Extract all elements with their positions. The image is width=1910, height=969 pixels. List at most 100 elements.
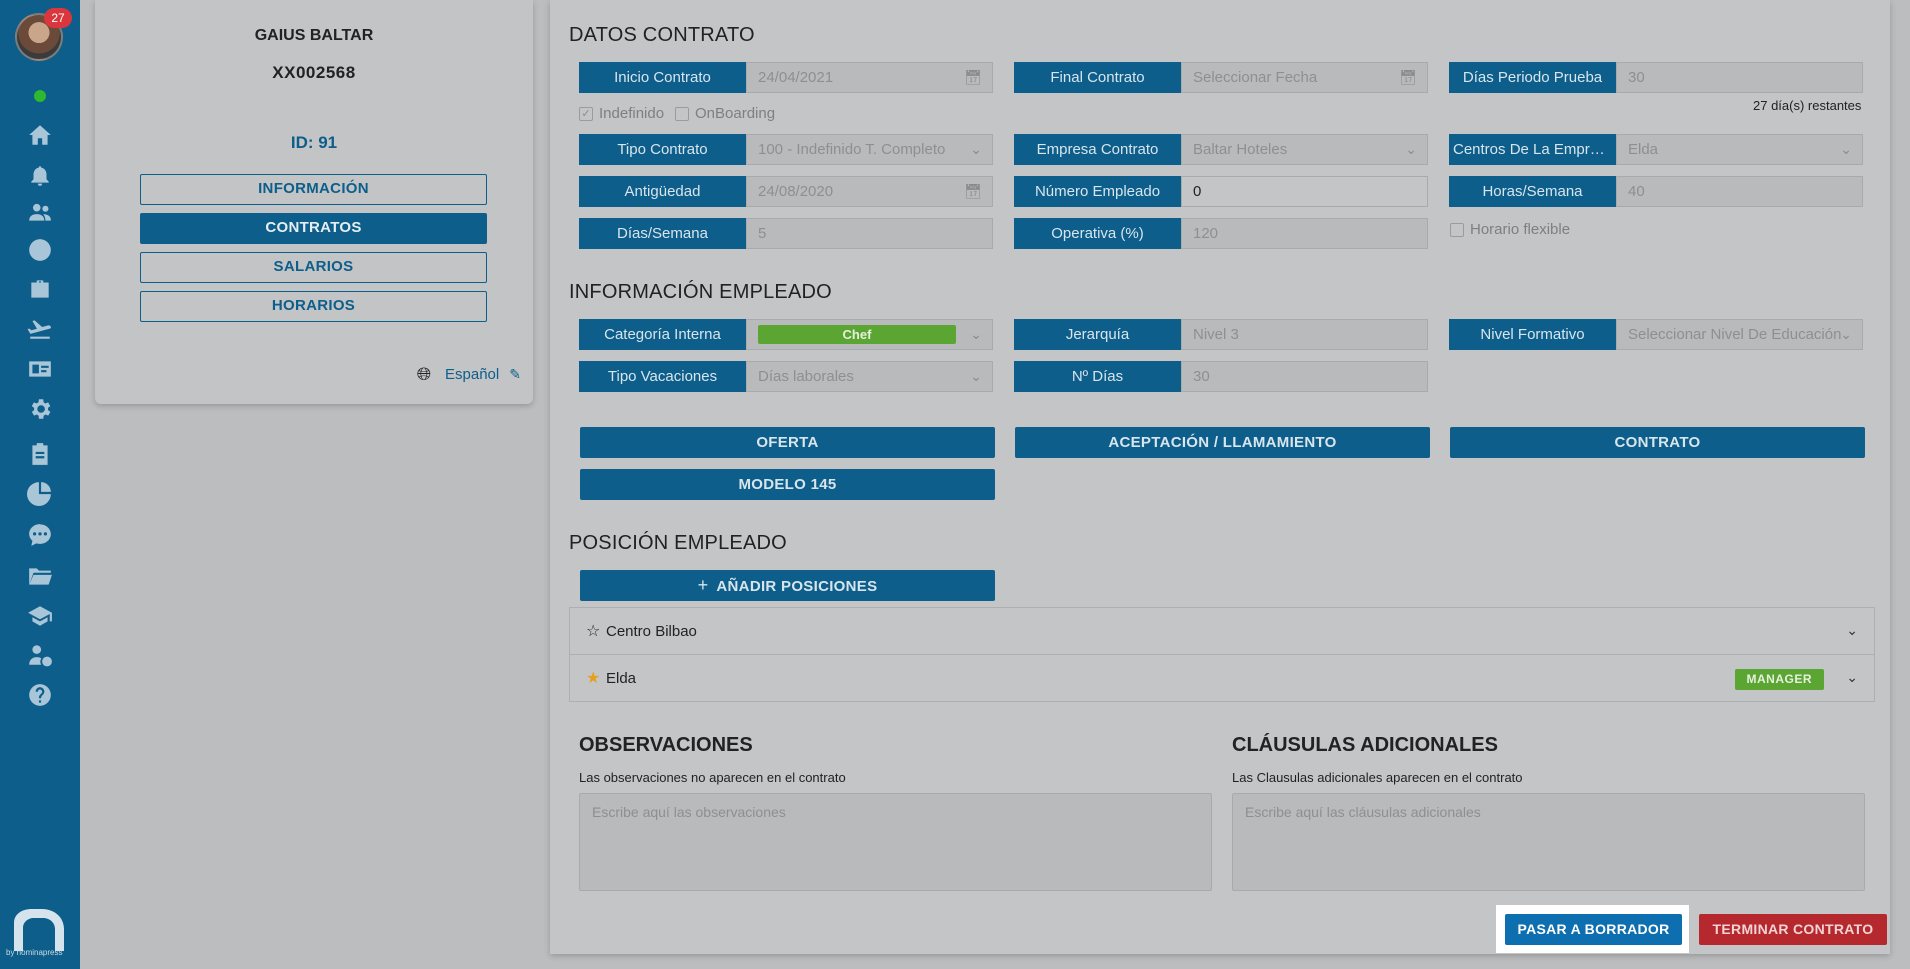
help-icon[interactable] (24, 679, 56, 711)
calendar-icon[interactable]: 📅︎ (964, 177, 982, 206)
briefcase-icon[interactable] (24, 273, 56, 305)
calendar-icon[interactable]: 📅︎ (1399, 63, 1417, 92)
field-label: Categoría Interna (579, 319, 746, 350)
horas-semana-input[interactable]: 40 (1616, 176, 1863, 207)
star-outline-icon[interactable]: ☆ (586, 621, 604, 641)
checkbox-box[interactable] (675, 106, 689, 121)
chevron-down-icon[interactable]: ⌄ (1846, 622, 1858, 639)
contrato-button[interactable]: CONTRATO (1450, 427, 1865, 458)
star-filled-icon[interactable]: ★ (586, 668, 604, 688)
n-dias-input[interactable]: 30 (1181, 361, 1428, 392)
field-n-dias[interactable]: Nº Días 30 (1014, 361, 1428, 392)
employee-id: ID: 91 (290, 133, 338, 152)
field-label: Empresa Contrato (1014, 134, 1181, 165)
employee-name: GAIUS BALTAR (254, 27, 374, 44)
jerarquia-input[interactable]: Nivel 3 (1181, 319, 1428, 350)
chevron-down-icon: ⌄ (1840, 326, 1852, 342)
dias-prueba-input[interactable]: 30 (1616, 62, 1863, 93)
id-card-icon[interactable] (24, 353, 56, 385)
bell-icon[interactable] (24, 159, 56, 191)
chevron-down-icon[interactable]: ⌄ (1846, 669, 1858, 686)
field-nivel-formativo[interactable]: Nivel Formativo Seleccionar Nivel De Edu… (1449, 319, 1863, 350)
categoria-interna-select[interactable]: Chef ⌄ (746, 319, 993, 350)
observaciones-description: Las observaciones no aparecen en el cont… (579, 770, 846, 785)
inicio-contrato-input[interactable]: 24/04/2021 📅︎ (746, 62, 993, 93)
brand-caption: by nominapress (6, 948, 63, 957)
section-title-contract: DATOS CONTRATO (569, 24, 755, 46)
field-horas-semana[interactable]: Horas/Semana 40 (1449, 176, 1863, 207)
users-icon[interactable] (24, 196, 56, 228)
position-item[interactable]: ★ Elda MANAGER ⌄ (569, 654, 1875, 702)
clipboard-icon[interactable] (24, 438, 56, 470)
terminar-contrato-button[interactable]: TERMINAR CONTRATO (1699, 914, 1887, 945)
empresa-contrato-select[interactable]: Baltar Hoteles ⌄ (1181, 134, 1428, 165)
modelo-145-button[interactable]: MODELO 145 (580, 469, 995, 500)
field-tipo-vacaciones[interactable]: Tipo Vacaciones Días laborales ⌄ (579, 361, 993, 392)
plane-icon[interactable] (24, 313, 56, 345)
field-categoria-interna[interactable]: Categoría Interna Chef ⌄ (579, 319, 993, 350)
field-operativa[interactable]: Operativa (%) 120 (1014, 218, 1428, 249)
tab-salarios[interactable]: SALARIOS (140, 252, 487, 283)
onboarding-checkbox[interactable]: OnBoarding (675, 105, 775, 122)
operativa-input[interactable]: 120 (1181, 218, 1428, 249)
pie-chart-icon[interactable] (24, 477, 56, 509)
nivel-formativo-select[interactable]: Seleccionar Nivel De Educación ⌄ (1616, 319, 1863, 350)
clausulas-textarea[interactable]: Escribe aquí las cláusulas adicionales (1232, 793, 1865, 891)
field-jerarquia[interactable]: Jerarquía Nivel 3 (1014, 319, 1428, 350)
gear-icon[interactable] (24, 393, 56, 425)
home-icon[interactable] (24, 119, 56, 151)
tab-contratos[interactable]: CONTRATOS (140, 213, 487, 244)
tipo-vacaciones-select[interactable]: Días laborales ⌄ (746, 361, 993, 392)
section-title-positions: POSICIÓN EMPLEADO (569, 532, 787, 554)
field-label: Antigüedad (579, 176, 746, 207)
chevron-down-icon: ⌄ (970, 141, 982, 157)
checkbox-box[interactable]: ✓ (579, 106, 593, 121)
chevron-down-icon: ⌄ (1840, 141, 1852, 157)
position-item[interactable]: ☆ Centro Bilbao ⌄ (569, 607, 1875, 655)
tipo-contrato-select[interactable]: 100 - Indefinido T. Completo ⌄ (746, 134, 993, 165)
centros-empresa-select[interactable]: Elda ⌄ (1616, 134, 1863, 165)
aceptacion-button[interactable]: ACEPTACIÓN / LLAMAMIENTO (1015, 427, 1430, 458)
tab-horarios[interactable]: HORARIOS (140, 291, 487, 322)
category-chip: Chef (758, 325, 956, 344)
language-selector[interactable]: 🌐︎ Español ✎ (413, 364, 521, 385)
field-centros-empresa[interactable]: Centros De La Empres... Elda ⌄ (1449, 134, 1863, 165)
tab-informacion[interactable]: INFORMACIÓN (140, 174, 487, 205)
field-label: Jerarquía (1014, 319, 1181, 350)
field-label: Centros De La Empres... (1449, 134, 1616, 165)
field-final-contrato[interactable]: Final Contrato Seleccionar Fecha 📅︎ (1014, 62, 1428, 93)
chat-icon[interactable] (24, 519, 56, 551)
sidebar: 27 by nominapress (0, 0, 80, 969)
dias-semana-input[interactable]: 5 (746, 218, 993, 249)
field-tipo-contrato[interactable]: Tipo Contrato 100 - Indefinido T. Comple… (579, 134, 993, 165)
add-positions-button[interactable]: + AÑADIR POSICIONES (580, 570, 995, 601)
field-numero-empleado[interactable]: Número Empleado 0 (1014, 176, 1428, 207)
indefinido-checkbox[interactable]: ✓ Indefinido (579, 105, 664, 122)
observaciones-textarea[interactable]: Escribe aquí las observaciones (579, 793, 1212, 891)
chevron-down-icon: ⌄ (1405, 141, 1417, 157)
section-title-employee: INFORMACIÓN EMPLEADO (569, 281, 832, 303)
field-inicio-contrato[interactable]: Inicio Contrato 24/04/2021 📅︎ (579, 62, 993, 93)
role-badge: MANAGER (1734, 669, 1824, 690)
field-dias-prueba[interactable]: Días Periodo Prueba 30 (1449, 62, 1863, 93)
user-dollar-icon[interactable] (24, 639, 56, 671)
checkbox-box[interactable] (1450, 222, 1464, 237)
numero-empleado-input[interactable]: 0 (1181, 176, 1428, 207)
horario-flexible-checkbox[interactable]: Horario flexible (1450, 221, 1570, 238)
field-antiguedad[interactable]: Antigüedad 24/08/2020 📅︎ (579, 176, 993, 207)
employee-code: XX002568 (272, 63, 356, 82)
graduation-cap-icon[interactable] (24, 600, 56, 632)
field-dias-semana[interactable]: Días/Semana 5 (579, 218, 993, 249)
field-label: Días/Semana (579, 218, 746, 249)
calendar-icon[interactable]: 📅︎ (964, 63, 982, 92)
final-contrato-input[interactable]: Seleccionar Fecha 📅︎ (1181, 62, 1428, 93)
field-label: Tipo Vacaciones (579, 361, 746, 392)
field-label: Operativa (%) (1014, 218, 1181, 249)
pasar-a-borrador-button[interactable]: PASAR A BORRADOR (1505, 914, 1682, 945)
oferta-button[interactable]: OFERTA (580, 427, 995, 458)
edit-pencil-icon[interactable]: ✎ (509, 366, 521, 383)
field-empresa-contrato[interactable]: Empresa Contrato Baltar Hoteles ⌄ (1014, 134, 1428, 165)
antiguedad-input[interactable]: 24/08/2020 📅︎ (746, 176, 993, 207)
folder-icon[interactable] (24, 560, 56, 592)
clock-icon[interactable] (24, 234, 56, 266)
